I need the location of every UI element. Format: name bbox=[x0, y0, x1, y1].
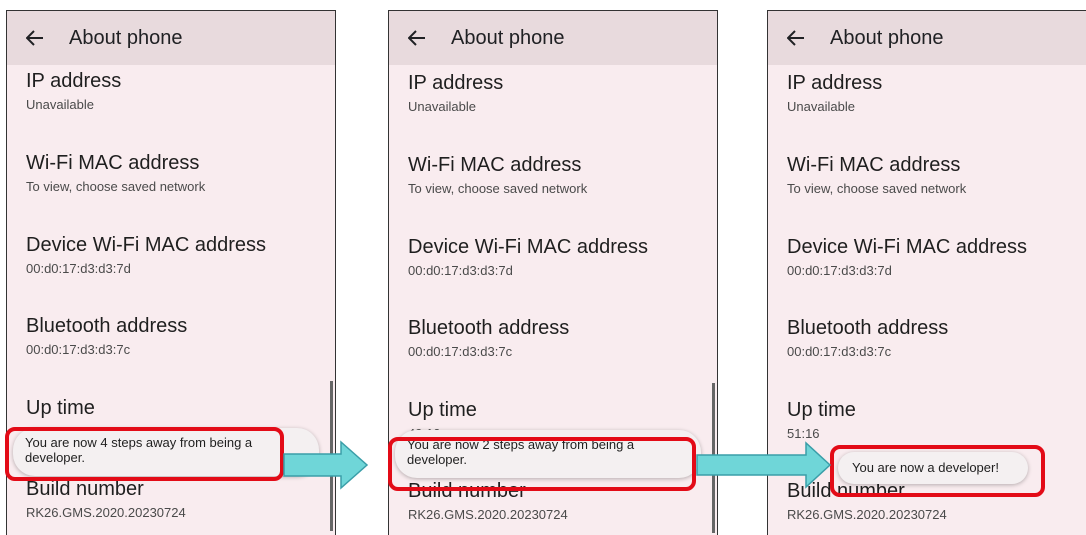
highlight-box-1 bbox=[5, 427, 284, 481]
pref-device-wifi-mac[interactable]: Device Wi-Fi MAC address 00:d0:17:d3:d3:… bbox=[26, 233, 325, 278]
arrow-left-icon[interactable] bbox=[23, 26, 47, 50]
pref-title: Bluetooth address bbox=[408, 317, 570, 339]
page-title: About phone bbox=[830, 26, 944, 49]
pref-wifi-mac[interactable]: Wi-Fi MAC address To view, choose saved … bbox=[408, 153, 707, 198]
pref-build-number[interactable]: Build number RK26.GMS.2020.20230724 bbox=[26, 477, 325, 522]
pref-title: Up time bbox=[408, 399, 477, 421]
pref-title: IP address bbox=[26, 70, 122, 92]
pref-title: Up time bbox=[787, 399, 856, 421]
pref-bluetooth-address[interactable]: Bluetooth address 00:d0:17:d3:d3:7c bbox=[26, 314, 325, 359]
pref-summary: 00:d0:17:d3:d3:7d bbox=[787, 263, 892, 278]
pref-summary: 00:d0:17:d3:d3:7d bbox=[26, 261, 131, 276]
page-title: About phone bbox=[451, 26, 565, 49]
pref-title: Device Wi-Fi MAC address bbox=[787, 236, 1028, 258]
arrow-left-icon[interactable] bbox=[784, 26, 808, 50]
pref-summary: 00:d0:17:d3:d3:7d bbox=[408, 263, 513, 278]
pref-bluetooth-address[interactable]: Bluetooth address 00:d0:17:d3:d3:7c bbox=[408, 316, 707, 361]
pref-up-time[interactable]: Up time bbox=[26, 396, 325, 423]
arrow-left-icon[interactable] bbox=[405, 26, 429, 50]
pref-title: Wi-Fi MAC address bbox=[26, 152, 200, 174]
pref-summary: Unavailable bbox=[408, 99, 476, 114]
app-bar: About phone bbox=[7, 11, 335, 65]
page-title: About phone bbox=[69, 26, 183, 49]
pref-title: Up time bbox=[26, 397, 95, 419]
pref-title: Wi-Fi MAC address bbox=[787, 154, 961, 176]
pref-summary: RK26.GMS.2020.20230724 bbox=[787, 507, 947, 522]
pref-bluetooth-address[interactable]: Bluetooth address 00:d0:17:d3:d3:7c bbox=[787, 316, 1086, 361]
highlight-box-3 bbox=[830, 445, 1045, 497]
pref-title: Bluetooth address bbox=[787, 317, 949, 339]
pref-summary: Unavailable bbox=[26, 97, 94, 112]
pref-ip-address[interactable]: IP address Unavailable bbox=[787, 71, 1086, 116]
transition-arrow-2 bbox=[696, 441, 832, 489]
pref-summary: To view, choose saved network bbox=[787, 181, 967, 196]
pref-title: Bluetooth address bbox=[26, 315, 188, 337]
pref-title: IP address bbox=[408, 72, 504, 94]
pref-title: Wi-Fi MAC address bbox=[408, 154, 582, 176]
pref-summary: Unavailable bbox=[787, 99, 855, 114]
app-bar: About phone bbox=[768, 11, 1086, 65]
pref-wifi-mac[interactable]: Wi-Fi MAC address To view, choose saved … bbox=[26, 151, 325, 196]
highlight-box-2 bbox=[388, 437, 696, 491]
pref-summary: 00:d0:17:d3:d3:7c bbox=[787, 344, 892, 359]
pref-summary: RK26.GMS.2020.20230724 bbox=[408, 507, 568, 522]
pref-title: IP address bbox=[787, 72, 883, 94]
pref-summary: 00:d0:17:d3:d3:7c bbox=[26, 342, 131, 357]
pref-up-time[interactable]: Up time 51:16 bbox=[787, 398, 1086, 443]
transition-arrow-1 bbox=[283, 440, 369, 490]
app-bar: About phone bbox=[389, 11, 717, 65]
pref-ip-address[interactable]: IP address Unavailable bbox=[408, 71, 707, 116]
pref-summary: To view, choose saved network bbox=[26, 179, 206, 194]
pref-device-wifi-mac[interactable]: Device Wi-Fi MAC address 00:d0:17:d3:d3:… bbox=[408, 235, 707, 280]
pref-summary: RK26.GMS.2020.20230724 bbox=[26, 505, 186, 520]
pref-title: Device Wi-Fi MAC address bbox=[26, 234, 267, 256]
pref-summary: 00:d0:17:d3:d3:7c bbox=[408, 344, 513, 359]
pref-title: Device Wi-Fi MAC address bbox=[408, 236, 649, 258]
pref-device-wifi-mac[interactable]: Device Wi-Fi MAC address 00:d0:17:d3:d3:… bbox=[787, 235, 1086, 280]
pref-wifi-mac[interactable]: Wi-Fi MAC address To view, choose saved … bbox=[787, 153, 1086, 198]
pref-summary: To view, choose saved network bbox=[408, 181, 588, 196]
pref-ip-address[interactable]: IP address Unavailable bbox=[26, 69, 325, 114]
